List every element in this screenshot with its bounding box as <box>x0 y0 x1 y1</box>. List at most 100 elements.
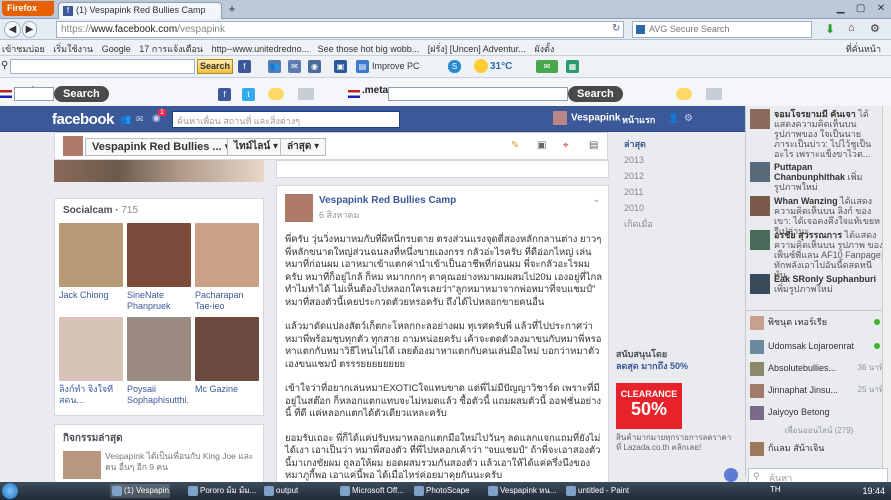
tab-facebook[interactable]: f (1) Vespapink Red Bullies Camp <box>58 2 222 19</box>
meta-search-input-left[interactable] <box>14 87 54 101</box>
toolbar-search-button[interactable]: Search <box>197 59 233 74</box>
scrollbar[interactable] <box>882 106 891 482</box>
bookmarks-menu[interactable]: ที่คั่นหน้า <box>846 42 881 55</box>
chat-item[interactable]: พิชนุต เทอร์เรีย <box>750 314 888 330</box>
facebook-small-icon[interactable]: f <box>218 88 231 101</box>
new-tab-button[interactable]: + <box>224 3 240 17</box>
bookmark-item[interactable]: เริ่มใช้งาน <box>53 44 93 54</box>
timeline-item[interactable]: 2012 <box>620 168 735 184</box>
friends-icon[interactable]: 👥 <box>268 60 281 73</box>
mail-icon[interactable] <box>706 88 722 100</box>
profile-link[interactable]: Vespapink <box>553 111 620 125</box>
clock[interactable]: 19:44 <box>862 484 885 498</box>
addon-green-icon[interactable]: ✉ <box>536 60 558 73</box>
page-avatar[interactable] <box>63 136 83 156</box>
taskbar-item[interactable]: (1) Vespapin... <box>110 484 170 498</box>
friend-tile[interactable]: Mc Gazine <box>195 317 259 395</box>
pc-icon[interactable]: ▤ <box>356 60 369 73</box>
messages-icon[interactable]: ✉ <box>288 60 301 73</box>
addon-teal-icon[interactable]: ▦ <box>566 60 579 73</box>
mail-icon[interactable] <box>298 88 314 100</box>
chat-icon[interactable]: ▣ <box>334 60 347 73</box>
improve-pc-label[interactable]: Improve PC <box>372 61 420 71</box>
chat-item[interactable]: Jinnaphat Jinsu... 25 นาที <box>750 382 888 398</box>
gear-icon[interactable]: ⚙ <box>684 113 693 124</box>
facebook-logo[interactable]: facebook <box>52 111 114 128</box>
meta-search-button[interactable]: Search <box>568 86 623 102</box>
timeline-item[interactable]: 2013 <box>620 152 735 168</box>
close-icon[interactable]: ✕ <box>877 3 885 14</box>
meta-search-input[interactable] <box>388 87 568 101</box>
post-date[interactable]: 6 สิงหาคม <box>319 208 359 222</box>
friend-tile[interactable]: SineNate Phanpruek <box>127 223 191 312</box>
settings-icon[interactable]: ⚙ <box>870 22 880 35</box>
timeline-item[interactable]: เกิดเมื่อ <box>620 216 735 232</box>
facebook-chat-icon[interactable] <box>724 468 738 482</box>
maximize-icon[interactable]: ▢ <box>856 3 865 14</box>
timeline-selector[interactable]: ไทม์ไลน์ ▾ <box>227 138 286 156</box>
back-button[interactable]: ◀ <box>4 21 21 38</box>
friend-tile[interactable]: ลิงก์ทำ จิงใจที สดน... <box>59 317 123 406</box>
taskbar-item[interactable]: output <box>262 484 332 498</box>
friend-tile[interactable]: Poysaii Sophaphisutthi. <box>127 317 191 406</box>
taskbar-item[interactable]: PhotoScape <box>412 484 482 498</box>
bookmark-item[interactable]: See those hot big wobb... <box>318 44 420 54</box>
friend-tile[interactable]: Jack Chiong <box>59 223 123 301</box>
minimize-icon[interactable]: ▁ <box>837 3 845 14</box>
taskbar-item[interactable]: Pororo ม้ม ม้ม... <box>186 484 260 498</box>
bookmark-item[interactable]: ผังตั้ง <box>534 44 554 54</box>
home-icon[interactable]: ⌂ <box>848 22 855 34</box>
chat-item[interactable]: Jaiyoyo Betong <box>750 404 888 420</box>
chat-item[interactable]: Absolutebullies... 36 นาที <box>750 360 888 376</box>
event-icon[interactable]: ▤ <box>589 140 598 151</box>
post-author[interactable]: Vespapink Red Bullies Camp <box>319 195 456 206</box>
facebook-icon[interactable]: f <box>238 60 251 73</box>
ad-image[interactable]: CLEARANCE 50% <box>616 383 682 429</box>
status-icon[interactable]: ✎ <box>511 140 519 151</box>
taskbar-item[interactable]: untitled - Paint <box>564 484 636 498</box>
page-selector[interactable]: Vespapink Red Bullies ... ▾ <box>85 138 238 156</box>
taskbar-item[interactable]: Microsoft Off... <box>338 484 408 498</box>
place-icon[interactable]: ⌖ <box>563 140 569 151</box>
chat-section-title[interactable]: เพื่อนออนไลน์ (279) <box>746 424 891 437</box>
home-link[interactable]: หน้าแรก <box>622 113 655 127</box>
start-button[interactable] <box>2 483 18 499</box>
url-bar[interactable]: https://www.facebook.com/vespapink <box>56 21 624 38</box>
taskbar-item[interactable]: Vespapink หน... <box>486 484 562 498</box>
latest-selector[interactable]: ล่าสุด ▾ <box>280 138 327 156</box>
post-author-avatar[interactable] <box>285 194 313 222</box>
language-indicator[interactable]: TH <box>770 485 781 494</box>
twitter-icon[interactable]: t <box>242 88 255 101</box>
timeline-item[interactable]: 2011 <box>620 184 735 200</box>
chat-item[interactable]: Udomsak Lojaroenrat <box>750 338 888 354</box>
bookmark-item[interactable]: Google <box>102 44 131 54</box>
photo-icon[interactable]: ▣ <box>537 140 546 151</box>
bookmark-item[interactable]: http--www.unitedredno... <box>212 44 310 54</box>
bookmark-item[interactable]: 17 การแจ้งเตือน <box>139 44 203 54</box>
download-icon[interactable]: ⬇ <box>825 22 835 36</box>
activity-photo[interactable] <box>63 451 101 479</box>
chevron-down-icon[interactable]: ⌄ <box>592 194 600 205</box>
facebook-search-input[interactable]: ค้นหาเพื่อน สถานที่ และสิ่งต่างๆ <box>172 111 400 128</box>
meta-search-button-left[interactable]: Search <box>54 86 109 102</box>
messages-icon[interactable]: ✉ <box>136 114 144 125</box>
friend-tile[interactable]: Pacharapan Tae-ieo <box>195 223 259 312</box>
firefox-menu-button[interactable]: Firefox <box>2 1 54 16</box>
avg-search-input[interactable]: AVG Secure Search <box>632 21 812 38</box>
ad-headline[interactable]: ลดสุด มากถึง 50% <box>616 361 736 371</box>
bookmark-item[interactable]: เข้าชมบ่อย <box>2 44 45 54</box>
globe-icon[interactable]: ◉ <box>308 60 321 73</box>
timeline-item[interactable]: ล่าสุด <box>620 136 735 152</box>
friends-icon[interactable]: 👤 <box>668 113 679 124</box>
forward-button[interactable]: ▶ <box>22 21 37 38</box>
skype-icon[interactable]: S <box>448 60 461 73</box>
toolbar-search-input[interactable] <box>10 59 195 74</box>
ad-body: สินค้ามากมายทุกรายการลดราคาที่ Lazada.co… <box>616 433 732 452</box>
friend-requests-icon[interactable]: 👥 <box>120 114 131 125</box>
bookmark-item[interactable]: [ฝรั่ง] [Uncen] Adventur... <box>428 44 526 54</box>
friends-panel-title[interactable]: Socialcam · 715 <box>63 205 138 216</box>
chat-item[interactable]: ก้แลม สัน้าเจิน <box>750 440 888 456</box>
photos-strip[interactable] <box>54 160 264 182</box>
timeline-item[interactable]: 2010 <box>620 200 735 216</box>
reload-icon[interactable]: ↻ <box>612 23 620 34</box>
